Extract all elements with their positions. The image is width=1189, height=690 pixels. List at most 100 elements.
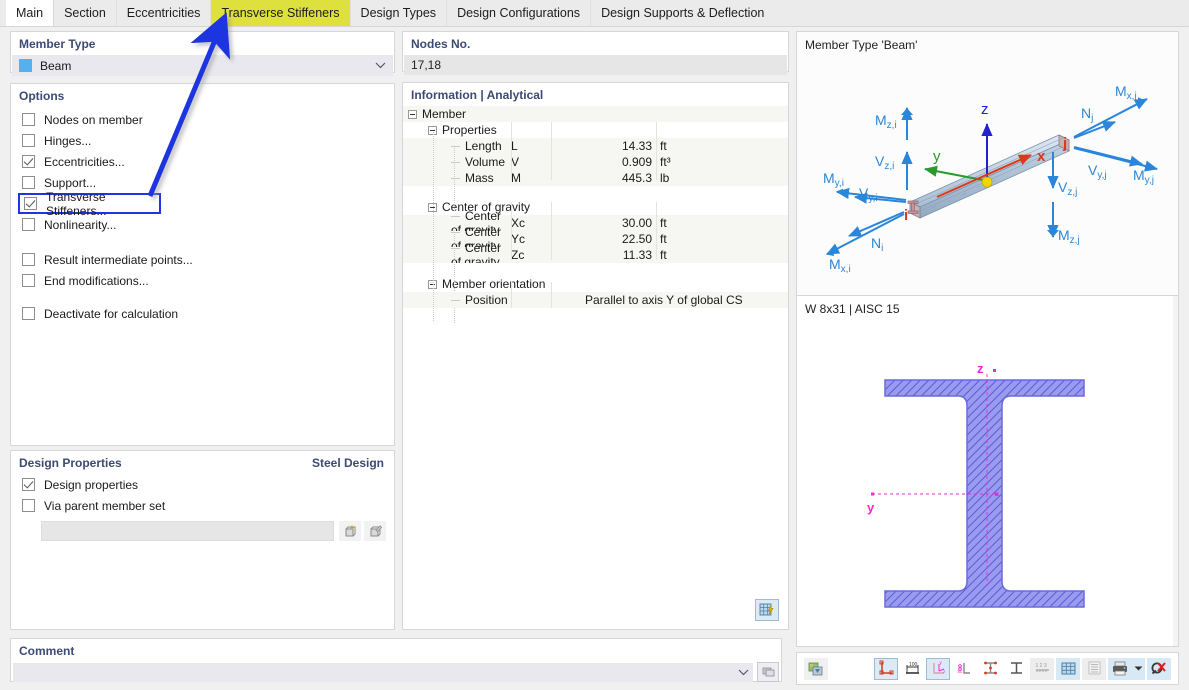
via-parent-label: Via parent member set [44,498,166,513]
section-preview-panel: W 8x31 | AISC 15 z y [796,295,1179,647]
label-myi: My,i [823,170,844,189]
tab-section[interactable]: Section [54,0,117,26]
tab-main[interactable]: Main [6,0,55,26]
tree-row-unit: ft [660,216,667,230]
option-label: Eccentricities... [44,154,125,169]
tab-eccentricities[interactable]: Eccentricities [117,0,212,26]
comment-title: Comment [19,644,75,658]
grid-icon[interactable] [1056,657,1080,680]
tree-row-name: Position [465,293,508,307]
section-outline-icon[interactable] [874,657,898,680]
checkbox[interactable] [22,134,35,147]
collapse-icon[interactable] [408,109,417,119]
comment-picker-icon[interactable] [757,662,779,682]
design-properties-label: Design properties [44,477,139,492]
label-mzi: Mz,i [875,112,897,131]
option-deactivate-for-calculation[interactable]: Deactivate for calculation [11,303,394,324]
member-type-panel: Member Type Beam [10,31,395,76]
tree-row-unit: ft [660,248,667,262]
option-nodes-on-member[interactable]: Nodes on member [11,109,394,130]
tree-row[interactable]: Center of gravity Zc 11.33 ft [403,241,788,269]
render-mode-icon[interactable] [804,657,828,680]
tree-node-label: Member [422,107,467,121]
tree-branch-icon [451,300,460,302]
checkbox[interactable] [22,155,35,168]
label-mxi: Mx,i [829,256,851,275]
checkbox[interactable] [22,307,35,320]
svg-text:y: y [939,660,942,665]
principal-axes-icon[interactable]: y z [926,657,950,680]
checkbox[interactable] [22,274,35,287]
option-result-intermediate-points[interactable]: Result intermediate points... [11,249,394,270]
comment-input[interactable] [13,662,753,682]
edit-member-set-icon[interactable] [364,521,386,541]
checkbox[interactable] [22,218,35,231]
tab-bar-filler [774,0,1189,26]
option-hinges[interactable]: Hinges... [11,130,394,151]
section-shape-icon[interactable] [1004,658,1028,680]
option-end-modifications[interactable]: End modifications... [11,270,394,291]
tab-design-supports-deflection[interactable]: Design Supports & Deflection [591,0,774,26]
tree-row-name: Mass [465,171,494,185]
collapse-icon[interactable] [428,279,437,289]
shear-center-icon[interactable]: sc [952,658,976,680]
print-icon[interactable] [1108,657,1132,680]
chevron-down-icon[interactable] [738,665,753,679]
parent-member-set-field[interactable] [41,521,334,541]
via-parent-member-set-row[interactable]: Via parent member set [11,495,394,516]
member-preview-3d-label: Member Type 'Beam' [805,38,918,52]
member-type-title: Member Type [19,37,96,51]
checkbox[interactable] [22,176,35,189]
checkbox[interactable] [22,478,35,491]
checkbox[interactable] [22,499,35,512]
options-spacer-1 [11,235,394,249]
tree-row-value: 11.33 [622,248,652,262]
tree-row[interactable]: Position Parallel to axis Y of global CS [403,292,788,308]
tree-node-member-orientation[interactable]: Member orientation [403,276,788,292]
tree-row-symbol: L [511,139,518,153]
member-dialog: Main Section Eccentricities Transverse S… [0,0,1189,690]
nodes-no-value[interactable]: 17,18 [404,55,787,75]
tab-design-types[interactable]: Design Types [351,0,448,26]
label-nj: Nj [1081,105,1093,124]
clear-selection-icon[interactable] [1147,657,1171,680]
collapse-icon[interactable] [428,125,437,135]
tree-row-symbol: M [511,171,521,185]
design-properties-panel: Design Properties Steel Design Design pr… [10,450,395,630]
checkbox[interactable] [22,253,35,266]
tab-label: Design Configurations [457,6,581,20]
label-myj: My,j [1133,167,1154,186]
dimensions-icon[interactable]: 100 [900,658,924,680]
option-label: End modifications... [44,273,149,288]
member-type-combobox[interactable]: Beam [12,55,393,76]
checkbox[interactable] [24,197,37,210]
option-nonlinearity[interactable]: Nonlinearity... [11,214,394,235]
comment-panel: Comment [10,638,782,682]
option-label: Hinges... [44,133,92,148]
numbering-icon[interactable]: 1 2 3 [1030,657,1054,680]
tree-row-value: 0.909 [621,155,652,169]
information-tree: Member Properties Length L 14.33 ft Volu… [403,106,788,324]
label-vyi: Vy,i [859,185,878,204]
tab-design-configurations[interactable]: Design Configurations [447,0,592,26]
table-settings-button[interactable] [754,598,780,622]
section-preview-scrollbar[interactable] [1173,296,1178,646]
tree-row-name: Length [465,139,502,153]
tree-row[interactable]: Length L 14.33 ft [403,138,788,154]
table-list-icon[interactable] [1082,657,1106,680]
new-member-set-icon[interactable] [339,521,361,541]
label-vzi: Vz,i [875,153,894,172]
option-transverse-stiffeners[interactable]: Transverse Stiffeners... [18,190,161,218]
tree-row[interactable]: Volume V 0.909 ft³ [403,154,788,170]
stress-points-icon[interactable] [978,658,1002,680]
print-dropdown-icon[interactable] [1132,657,1145,680]
tree-row-unit: Parallel to axis Y of global CS [585,293,743,307]
checkbox[interactable] [22,113,35,126]
option-label: Nodes on member [44,112,143,127]
option-eccentricities[interactable]: Eccentricities... [11,151,394,172]
tab-transverse-stiffeners[interactable]: Transverse Stiffeners [211,0,351,26]
tree-row[interactable]: Mass M 445.3 lb [403,170,788,186]
design-properties-checkbox-row[interactable]: Design properties [11,474,394,495]
tree-node-properties[interactable]: Properties [403,122,788,138]
tree-node-member[interactable]: Member [403,106,788,122]
